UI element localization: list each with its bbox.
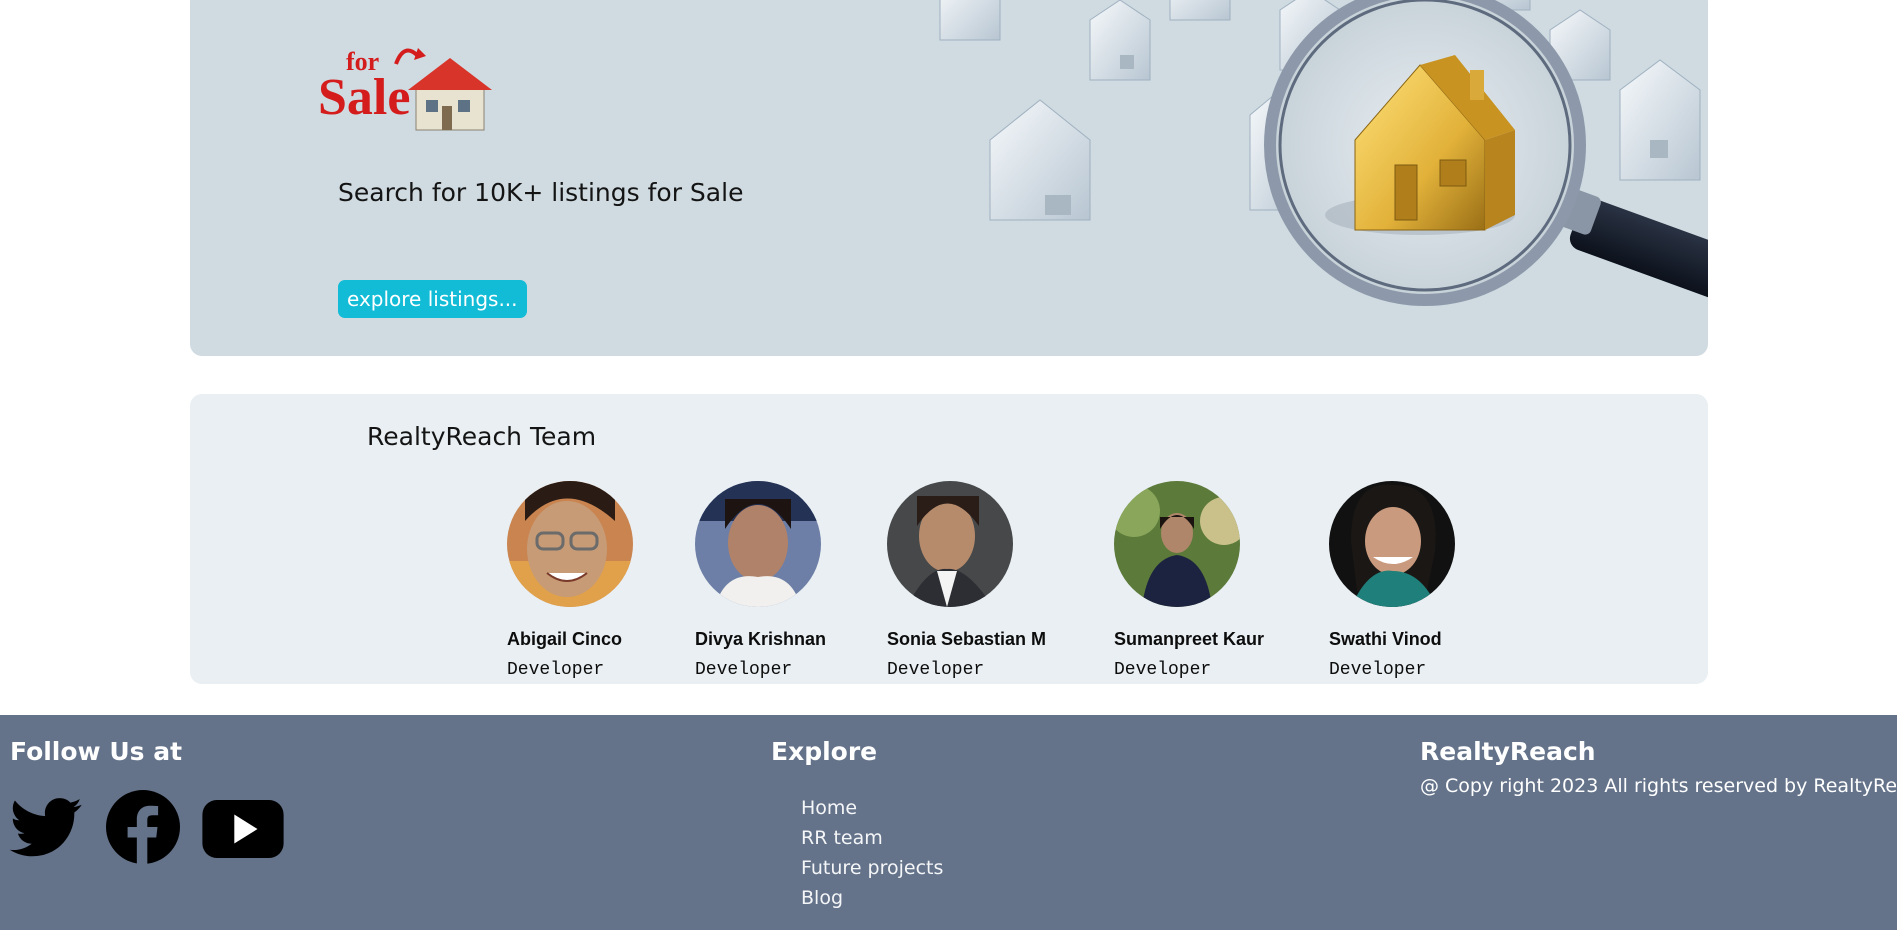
member-name: Swathi Vinod: [1329, 629, 1442, 649]
team-member-card: Swathi Vinod Developer: [1329, 481, 1455, 680]
copyright-text: @ Copy right 2023 All rights reserved by…: [1420, 775, 1897, 797]
team-member-card: Sumanpreet Kaur Developer: [1108, 481, 1265, 680]
team-member-card: Sonia Sebastian M Developer: [887, 481, 1046, 680]
follow-us-heading: Follow Us at: [10, 737, 183, 766]
member-role: Developer: [887, 660, 985, 680]
member-name: Sumanpreet Kaur: [1114, 629, 1265, 649]
twitter-icon[interactable]: [10, 790, 84, 862]
member-name: Sonia Sebastian M: [887, 629, 1047, 649]
member-role: Developer: [1114, 660, 1212, 680]
footer-link-future-projects[interactable]: Future projects: [801, 853, 943, 883]
hero-tagline: Search for 10K+ listings for Sale: [338, 178, 744, 207]
avatar: [887, 481, 1013, 607]
member-name: Abigail Cinco: [507, 629, 623, 649]
brand-heading: RealtyReach: [1420, 737, 1596, 766]
member-role: Developer: [1329, 660, 1427, 680]
for-sale-logo: for Sale: [318, 47, 492, 131]
avatar: [507, 481, 633, 607]
avatar: [1329, 481, 1455, 607]
team-member-card: Divya Krishnan Developer: [695, 481, 826, 680]
team-section: RealtyReach Team Abigail Cinco Developer…: [190, 394, 1708, 684]
youtube-icon[interactable]: [202, 800, 284, 858]
team-title: RealtyReach Team: [367, 422, 597, 451]
footer-link-home[interactable]: Home: [801, 793, 943, 823]
member-role: Developer: [507, 660, 605, 680]
footer-link-rr-team[interactable]: RR team: [801, 823, 943, 853]
hero-banner: for Sale Search for 10K+ listings for Sa…: [190, 0, 1708, 356]
explore-listings-button[interactable]: explore listings...: [338, 280, 527, 318]
explore-heading: Explore: [771, 737, 878, 766]
team-member-card: Abigail Cinco Developer: [507, 481, 633, 680]
avatar: [1108, 481, 1248, 607]
footer-link-blog[interactable]: Blog: [801, 883, 943, 913]
facebook-icon[interactable]: [106, 790, 180, 864]
avatar: [695, 481, 821, 607]
svg-text:Sale: Sale: [318, 69, 410, 126]
house-magnifier-illustration: [939, 0, 1708, 315]
site-footer: Follow Us at Explore Home RR team Future…: [0, 715, 1897, 930]
member-role: Developer: [695, 660, 793, 680]
member-name: Divya Krishnan: [695, 629, 827, 649]
footer-links: Home RR team Future projects Blog: [801, 793, 943, 913]
